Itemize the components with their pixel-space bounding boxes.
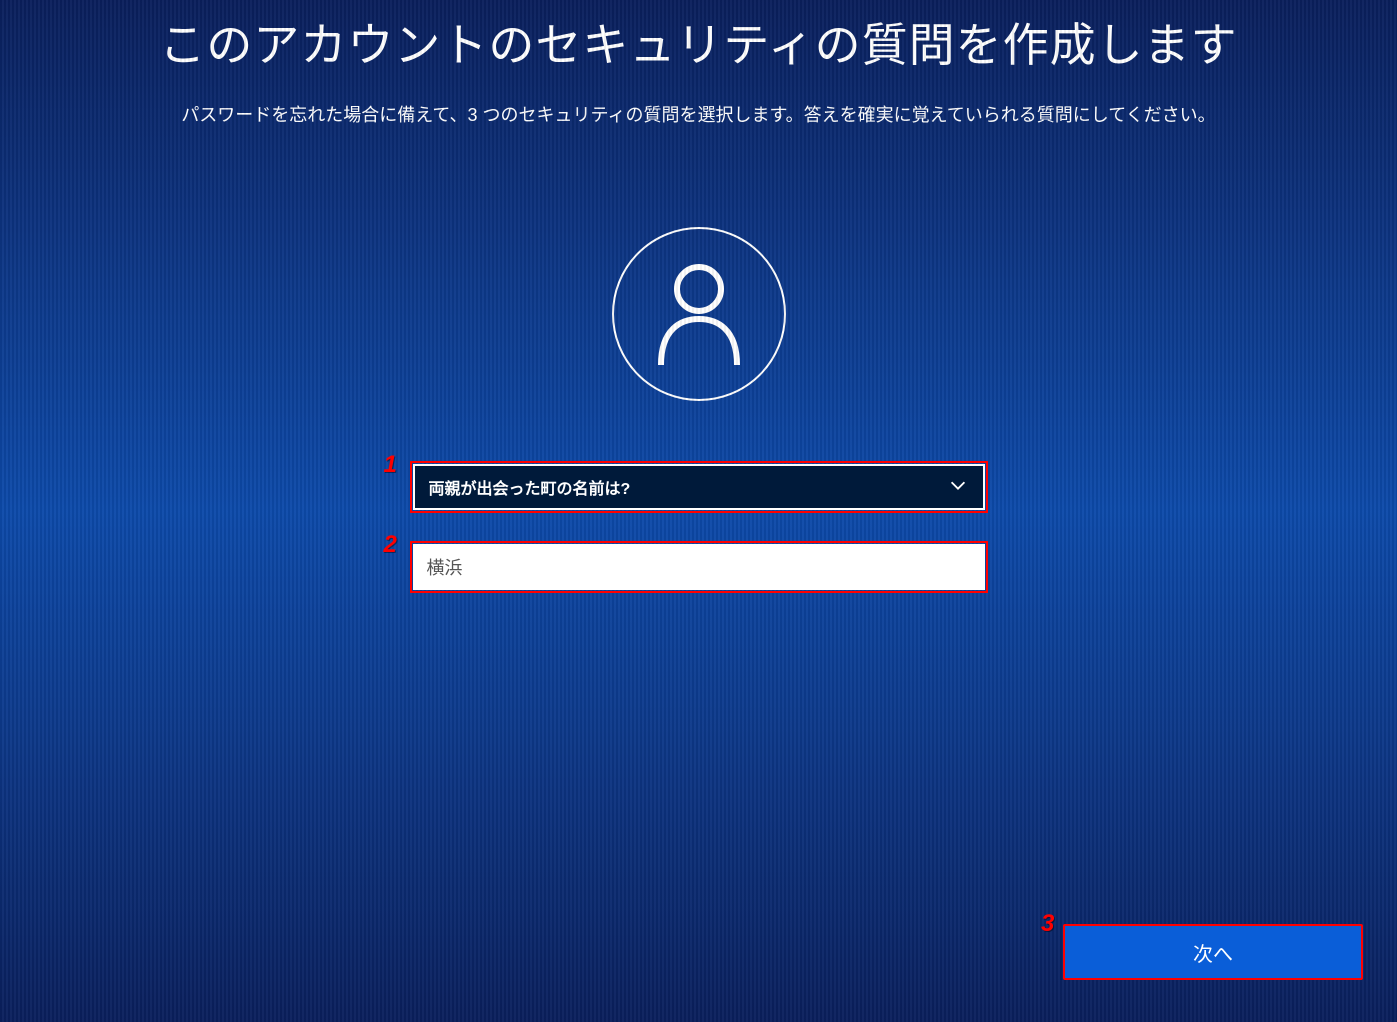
security-answer-input[interactable] xyxy=(413,544,985,590)
next-button-container: 3 次へ xyxy=(1063,924,1363,980)
security-question-select[interactable]: 両親が出会った町の名前は? xyxy=(413,464,985,510)
annotation-number-2: 2 xyxy=(384,531,397,559)
question-select-row: 1 両親が出会った町の名前は? xyxy=(410,461,988,513)
page-title: このアカウントのセキュリティの質問を作成します xyxy=(0,0,1397,73)
annotation-box-1: 両親が出会った町の名前は? xyxy=(410,461,988,513)
page-subtitle: パスワードを忘れた場合に備えて、3 つのセキュリティの質問を選択します。答えを確… xyxy=(0,101,1397,127)
answer-row: 2 xyxy=(410,541,988,593)
security-question-form: 1 両親が出会った町の名前は? 2 xyxy=(0,461,1397,621)
annotation-number-1: 1 xyxy=(384,451,397,479)
security-question-selected-label: 両親が出会った町の名前は? xyxy=(429,475,631,499)
user-icon xyxy=(649,257,749,372)
chevron-down-icon xyxy=(947,474,969,501)
avatar xyxy=(612,227,786,401)
next-button[interactable]: 次へ xyxy=(1063,924,1363,980)
annotation-box-2 xyxy=(410,541,988,593)
avatar-container xyxy=(0,227,1397,401)
annotation-number-3: 3 xyxy=(1041,910,1054,938)
